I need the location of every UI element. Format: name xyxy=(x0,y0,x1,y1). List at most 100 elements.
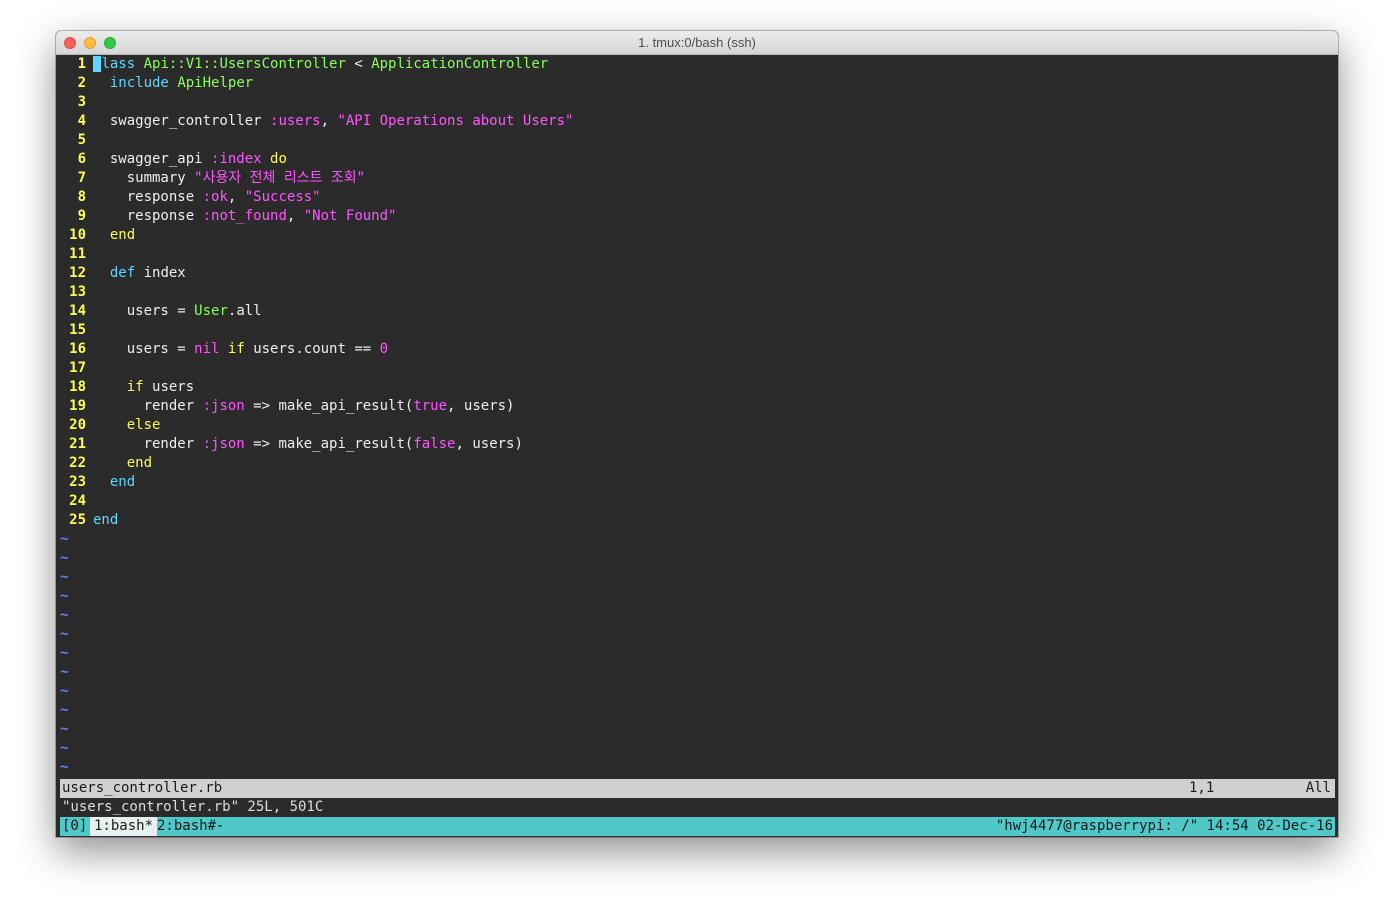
line-number: 13 xyxy=(69,284,86,300)
line-number: 12 xyxy=(69,265,86,281)
line-number: 6 xyxy=(77,151,86,167)
code-token: , users) xyxy=(455,436,523,452)
line-number: 4 xyxy=(77,113,86,129)
empty-line-tilde: ~ xyxy=(60,607,69,623)
code-line-25: 25 end xyxy=(56,511,1338,530)
code-token: include xyxy=(109,75,169,91)
line-number: 21 xyxy=(69,436,86,452)
empty-line-tilde: ~ xyxy=(60,702,69,718)
code-token: response xyxy=(126,208,195,224)
code-token: = xyxy=(168,341,195,357)
code-token: if xyxy=(126,379,144,395)
code-token: users.count == xyxy=(253,341,380,357)
line-number: 18 xyxy=(69,379,86,395)
code-line-17: 17 xyxy=(56,359,1338,378)
code-token: false xyxy=(413,436,456,452)
code-token: 0 xyxy=(379,341,389,357)
code-token: end xyxy=(93,512,119,528)
code-line-11: 11 xyxy=(56,245,1338,264)
code-line-10: 10 end xyxy=(56,226,1338,245)
empty-line-tilde: ~ xyxy=(60,531,69,547)
line-number: 7 xyxy=(77,170,86,186)
code-token: Api::V1::UsersController xyxy=(143,56,346,72)
tmux-status-bar: [0] 1:bash* 2:bash#- "hwj4477@raspberryp… xyxy=(60,817,1335,836)
line-number: 11 xyxy=(69,246,86,262)
empty-line-tilde: ~ xyxy=(60,721,69,737)
code-line-6: 6 swagger_api :index do xyxy=(56,150,1338,169)
line-number: 8 xyxy=(77,189,86,205)
code-line-7: 7 summary "사용자 전체 리스트 조회" xyxy=(56,169,1338,188)
line-number: 16 xyxy=(69,341,86,357)
code-token: < xyxy=(345,56,372,72)
line-number: 23 xyxy=(69,474,86,490)
code-token: users xyxy=(126,303,169,319)
command-message: "users_controller.rb" 25L, 501C xyxy=(62,799,324,815)
empty-line-tilde: ~ xyxy=(60,664,69,680)
empty-line-tilde: ~ xyxy=(60,588,69,604)
code-token: "Not Found" xyxy=(303,208,397,224)
title-bar[interactable]: 1. tmux:0/bash (ssh) xyxy=(56,31,1338,55)
empty-line-tilde: ~ xyxy=(60,759,69,775)
code-line-13: 13 xyxy=(56,283,1338,302)
line-number: 2 xyxy=(77,75,86,91)
code-token: :json xyxy=(202,436,245,452)
code-token: :json xyxy=(202,398,245,414)
code-token: "사용자 전체 리스트 조회" xyxy=(194,170,366,186)
code-line-21: 21 render :json => make_api_result(false… xyxy=(56,435,1338,454)
line-number: 20 xyxy=(69,417,86,433)
code-line-4: 4 swagger_controller :users, "API Operat… xyxy=(56,112,1338,131)
code-token: :index xyxy=(211,151,262,167)
empty-line-tilde: ~ xyxy=(60,645,69,661)
scroll-indicator: All xyxy=(1305,780,1331,796)
code-token: swagger_controller xyxy=(109,113,262,129)
code-token: :users xyxy=(270,113,321,129)
code-token: , users) xyxy=(447,398,515,414)
code-token: => make_api_result( xyxy=(244,398,414,414)
code-line-8: 8 response :ok, "Success" xyxy=(56,188,1338,207)
code-token: ApplicationController xyxy=(371,56,549,72)
code-line-22: 22 end xyxy=(56,454,1338,473)
tmux-window-2[interactable]: 2:bash#- xyxy=(157,817,224,836)
empty-line-tilde: ~ xyxy=(60,683,69,699)
code-token: summary xyxy=(126,170,186,186)
code-token: users xyxy=(126,341,169,357)
line-number: 14 xyxy=(69,303,86,319)
code-line-23: 23 end xyxy=(56,473,1338,492)
code-line-1: 1 class Api::V1::UsersController < Applic… xyxy=(56,55,1338,74)
code-line-9: 9 response :not_found, "Not Found" xyxy=(56,207,1338,226)
line-number: 5 xyxy=(77,132,86,148)
status-filename: users_controller.rb xyxy=(62,780,223,796)
code-line-14: 14 users = User.all xyxy=(56,302,1338,321)
line-number: 24 xyxy=(69,493,86,509)
tmux-window-1[interactable]: 1:bash* xyxy=(90,817,158,836)
code-token: "Success" xyxy=(244,189,321,205)
code-token: User xyxy=(194,303,228,319)
line-number: 25 xyxy=(69,512,86,528)
vim-editor[interactable]: 1 class Api::V1::UsersController < Applic… xyxy=(56,55,1338,779)
code-line-19: 19 render :json => make_api_result(true,… xyxy=(56,397,1338,416)
line-number: 15 xyxy=(69,322,86,338)
code-line-24: 24 xyxy=(56,492,1338,511)
code-line-16: 16 users = nil if users.count == 0 xyxy=(56,340,1338,359)
code-token: lass xyxy=(101,56,136,72)
code-token: nil xyxy=(194,341,220,357)
code-token: response xyxy=(126,189,195,205)
code-token: end xyxy=(109,227,136,243)
code-line-5: 5 xyxy=(56,131,1338,150)
code-line-18: 18 if users xyxy=(56,378,1338,397)
empty-line-tilde: ~ xyxy=(60,569,69,585)
cursor-position: 1,1 xyxy=(1189,780,1215,796)
line-number: 17 xyxy=(69,360,86,376)
line-number: 10 xyxy=(69,227,86,243)
line-number: 19 xyxy=(69,398,86,414)
vim-statusline: users_controller.rb 1,1 All xyxy=(60,779,1335,798)
code-token: end xyxy=(109,474,136,490)
code-token: end xyxy=(126,455,153,471)
code-line-3: 3 xyxy=(56,93,1338,112)
code-token: render xyxy=(143,398,195,414)
tmux-host-clock: "hwj4477@raspberrypi: /" 14:54 02-Dec-16 xyxy=(995,818,1333,834)
code-token: true xyxy=(413,398,448,414)
code-token: :not_found xyxy=(202,208,287,224)
code-line-12: 12 def index xyxy=(56,264,1338,283)
tmux-session: [0] xyxy=(62,818,88,834)
